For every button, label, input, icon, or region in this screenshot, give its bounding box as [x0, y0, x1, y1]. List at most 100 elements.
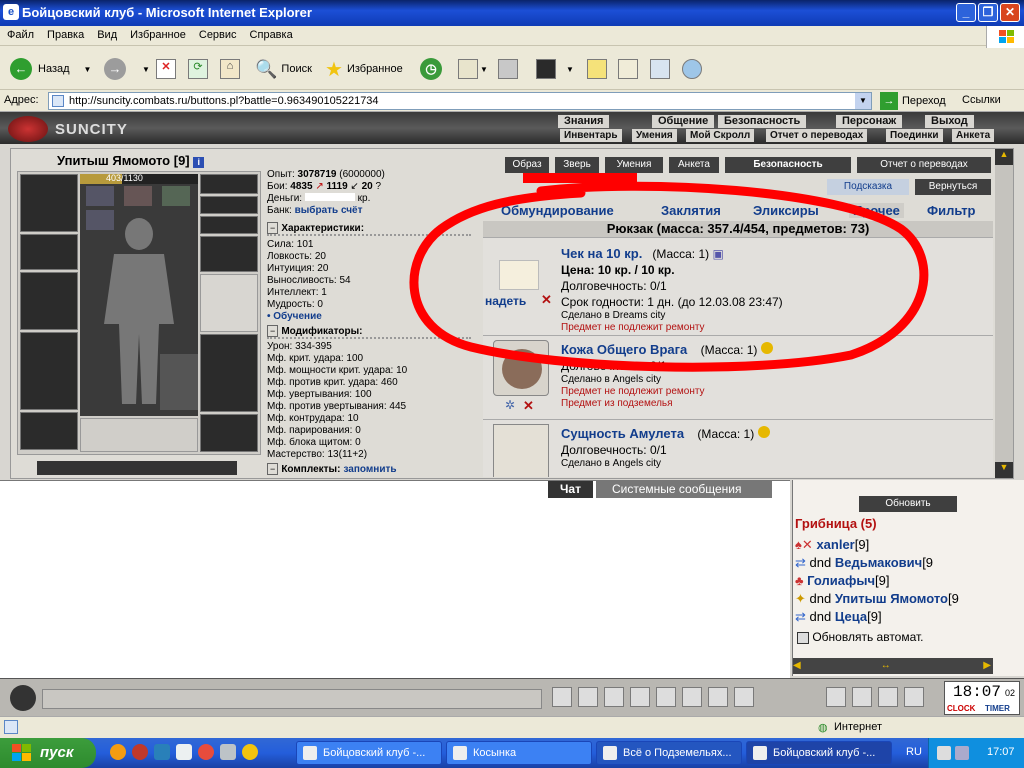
user-name[interactable]: Ведьмакович: [835, 555, 922, 570]
character-portrait[interactable]: 403/1130: [80, 173, 198, 416]
nav-skills[interactable]: Умения: [632, 129, 677, 142]
maximize-button[interactable]: ❐: [978, 3, 998, 22]
search-button[interactable]: 🔍 Поиск: [255, 56, 312, 82]
user-name[interactable]: xanler: [816, 537, 854, 552]
spell-slots[interactable]: [80, 418, 198, 452]
sets-header[interactable]: − Комплекты: запомнить: [267, 463, 471, 475]
nav-character[interactable]: Персонаж: [836, 115, 903, 128]
dismantle-icon[interactable]: ✲: [505, 398, 515, 412]
speaker-icon[interactable]: [10, 685, 36, 711]
nav-communication[interactable]: Общение: [652, 115, 715, 128]
armor-slot[interactable]: [20, 332, 78, 410]
security-button[interactable]: Безопасность: [725, 157, 851, 173]
bank-select-link[interactable]: выбрать счёт: [295, 205, 363, 216]
nav-inventory[interactable]: Инвентарь: [560, 129, 622, 142]
discuss-icon[interactable]: [650, 59, 670, 79]
pet-button[interactable]: Зверь: [555, 157, 599, 173]
monitor-icon[interactable]: [955, 746, 969, 760]
online-hscrollbar[interactable]: ◀ ↔ ▶: [793, 658, 993, 674]
legs-slot[interactable]: [200, 334, 258, 412]
player-icon[interactable]: [198, 744, 214, 760]
nav-anketa[interactable]: Анкета: [952, 129, 995, 142]
task-dungeons[interactable]: Всё о Подземельях...: [596, 741, 742, 765]
menu-file[interactable]: Файл: [0, 26, 40, 41]
edit-icon[interactable]: [536, 59, 556, 79]
mail-quick-icon[interactable]: [176, 744, 192, 760]
rune-slot-4[interactable]: [86, 210, 114, 230]
amulet-slot[interactable]: [200, 196, 258, 214]
scroll-tool-icon[interactable]: [852, 687, 872, 707]
print-icon[interactable]: [498, 59, 518, 79]
user-name[interactable]: Голиафыч: [807, 573, 875, 588]
smile-icon[interactable]: [734, 687, 754, 707]
user-name[interactable]: Цеца: [835, 609, 867, 624]
filter-icon[interactable]: [604, 687, 624, 707]
go-button[interactable]: → Переход: [880, 92, 946, 110]
nav-knowledge[interactable]: Знания: [558, 115, 610, 128]
rune-slot-1[interactable]: [86, 186, 114, 206]
sound-icon[interactable]: [708, 687, 728, 707]
close-button[interactable]: ✕: [1000, 3, 1020, 22]
belt-slot[interactable]: [20, 412, 78, 450]
shield-slot[interactable]: [200, 274, 258, 332]
research-icon[interactable]: [618, 59, 638, 79]
belt-items[interactable]: [37, 461, 237, 475]
chat-input[interactable]: [42, 689, 542, 709]
address-input[interactable]: http://suncity.combats.ru/buttons.pl?bat…: [48, 92, 872, 110]
icq-icon[interactable]: [242, 744, 258, 760]
nav-fights[interactable]: Поединки: [886, 129, 943, 142]
fight-icon[interactable]: [656, 687, 676, 707]
refresh-icon[interactable]: ⟳: [188, 59, 208, 79]
profile-button[interactable]: Анкета: [669, 157, 719, 173]
bracers-slot[interactable]: [20, 234, 78, 270]
nav-my-scroll[interactable]: Мой Скролл: [686, 129, 755, 142]
scroll-up-icon[interactable]: ▲: [995, 149, 1013, 165]
item-name[interactable]: Сущность Амулета: [561, 426, 684, 441]
history-icon[interactable]: ◷: [420, 58, 442, 80]
language-indicator[interactable]: RU: [906, 746, 922, 758]
menu-favorites[interactable]: Избранное: [123, 26, 192, 41]
menu-edit[interactable]: Правка: [40, 26, 90, 41]
refresh-online-button[interactable]: Обновить: [859, 496, 957, 512]
eraser-icon[interactable]: [578, 687, 598, 707]
boots-slot[interactable]: [200, 414, 258, 452]
note-icon[interactable]: [587, 59, 607, 79]
favorites-button[interactable]: ★ Избранное: [325, 56, 403, 82]
save-icon[interactable]: [630, 687, 650, 707]
skills-button[interactable]: Умения: [605, 157, 663, 173]
back-button[interactable]: ← Назад ▼: [10, 56, 91, 82]
nav-exit[interactable]: Выход: [925, 115, 974, 128]
start-button[interactable]: пуск: [0, 738, 96, 768]
stop-icon[interactable]: ✕: [156, 59, 176, 79]
minimize-button[interactable]: _: [956, 3, 976, 22]
send-icon[interactable]: [552, 687, 572, 707]
dropdown-icon[interactable]: ▼: [855, 93, 871, 109]
tab-chat[interactable]: Чат: [548, 481, 593, 498]
hand-icon[interactable]: [826, 687, 846, 707]
menu-help[interactable]: Справка: [243, 26, 299, 41]
rings-slot[interactable]: [200, 216, 258, 234]
info-icon[interactable]: i: [193, 157, 205, 168]
transfer-report-button[interactable]: Отчет о переводах: [857, 157, 991, 173]
chat-area[interactable]: Чат Системные сообщения: [0, 480, 790, 678]
menu-tools[interactable]: Сервис: [192, 26, 243, 41]
ie-quick-icon[interactable]: [154, 744, 170, 760]
rune-slot-3[interactable]: [162, 186, 190, 206]
image-button[interactable]: Образ: [505, 157, 549, 173]
gloves-slot[interactable]: [200, 236, 258, 272]
network-icon[interactable]: [937, 746, 951, 760]
inventory-scrollbar[interactable]: ▲ ▼: [995, 149, 1013, 478]
nav-security[interactable]: Безопасность: [718, 115, 807, 128]
tab-system-messages[interactable]: Системные сообщения: [596, 481, 772, 498]
helmet-slot[interactable]: [20, 174, 78, 232]
home-icon[interactable]: ⌂: [220, 59, 240, 79]
task-combats-1[interactable]: Бойцовский клуб -...: [296, 741, 442, 765]
scroll-down-icon[interactable]: ▼: [995, 462, 1013, 478]
links-label[interactable]: Ссылки: [962, 94, 1001, 106]
pet-slot[interactable]: [160, 354, 198, 410]
task-solitaire[interactable]: Косынка: [446, 741, 592, 765]
opera-icon[interactable]: [132, 744, 148, 760]
tool-icon[interactable]: [220, 744, 236, 760]
bag-icon[interactable]: [878, 687, 898, 707]
mail-icon[interactable]: [458, 59, 478, 79]
